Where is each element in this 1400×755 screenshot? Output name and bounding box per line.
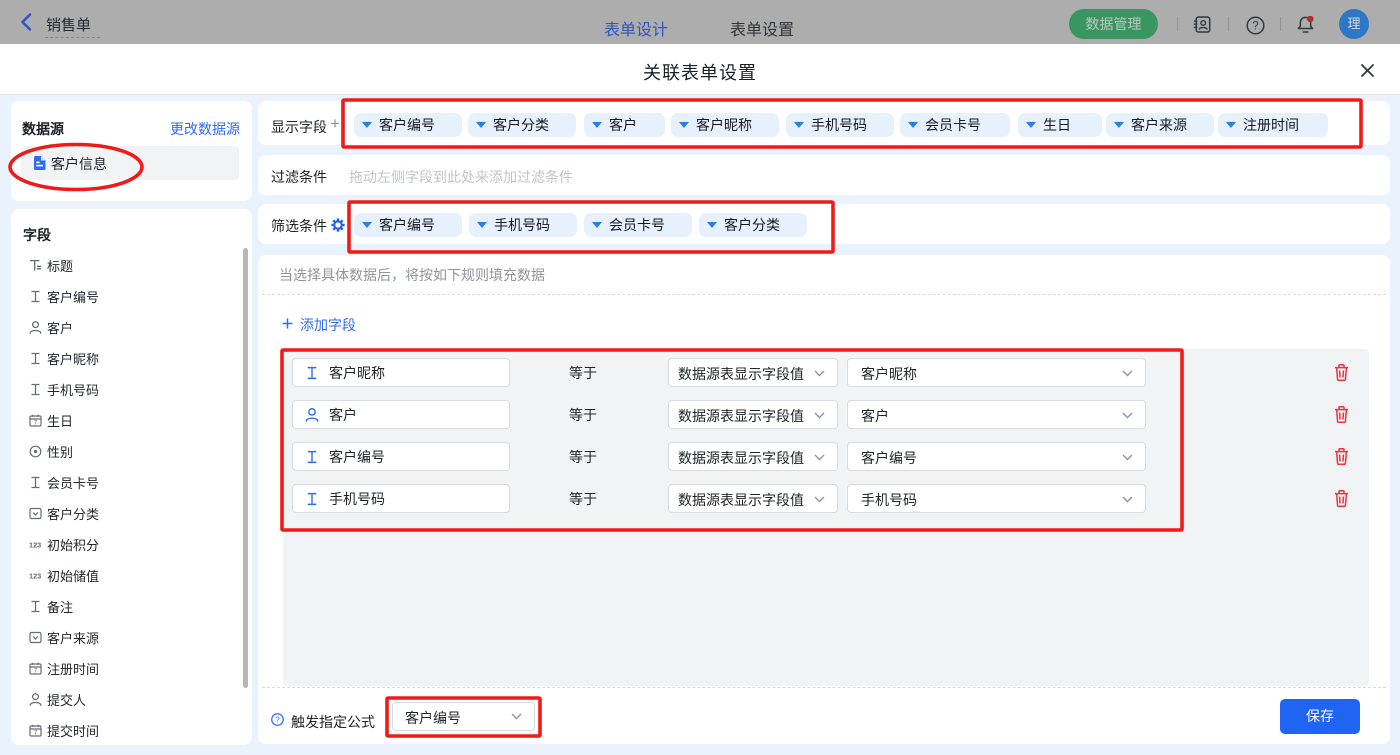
svg-text:123: 123 xyxy=(29,572,41,581)
svg-text:?: ? xyxy=(1252,21,1258,33)
svg-text:?: ? xyxy=(275,714,280,724)
svg-text:123: 123 xyxy=(29,541,41,550)
